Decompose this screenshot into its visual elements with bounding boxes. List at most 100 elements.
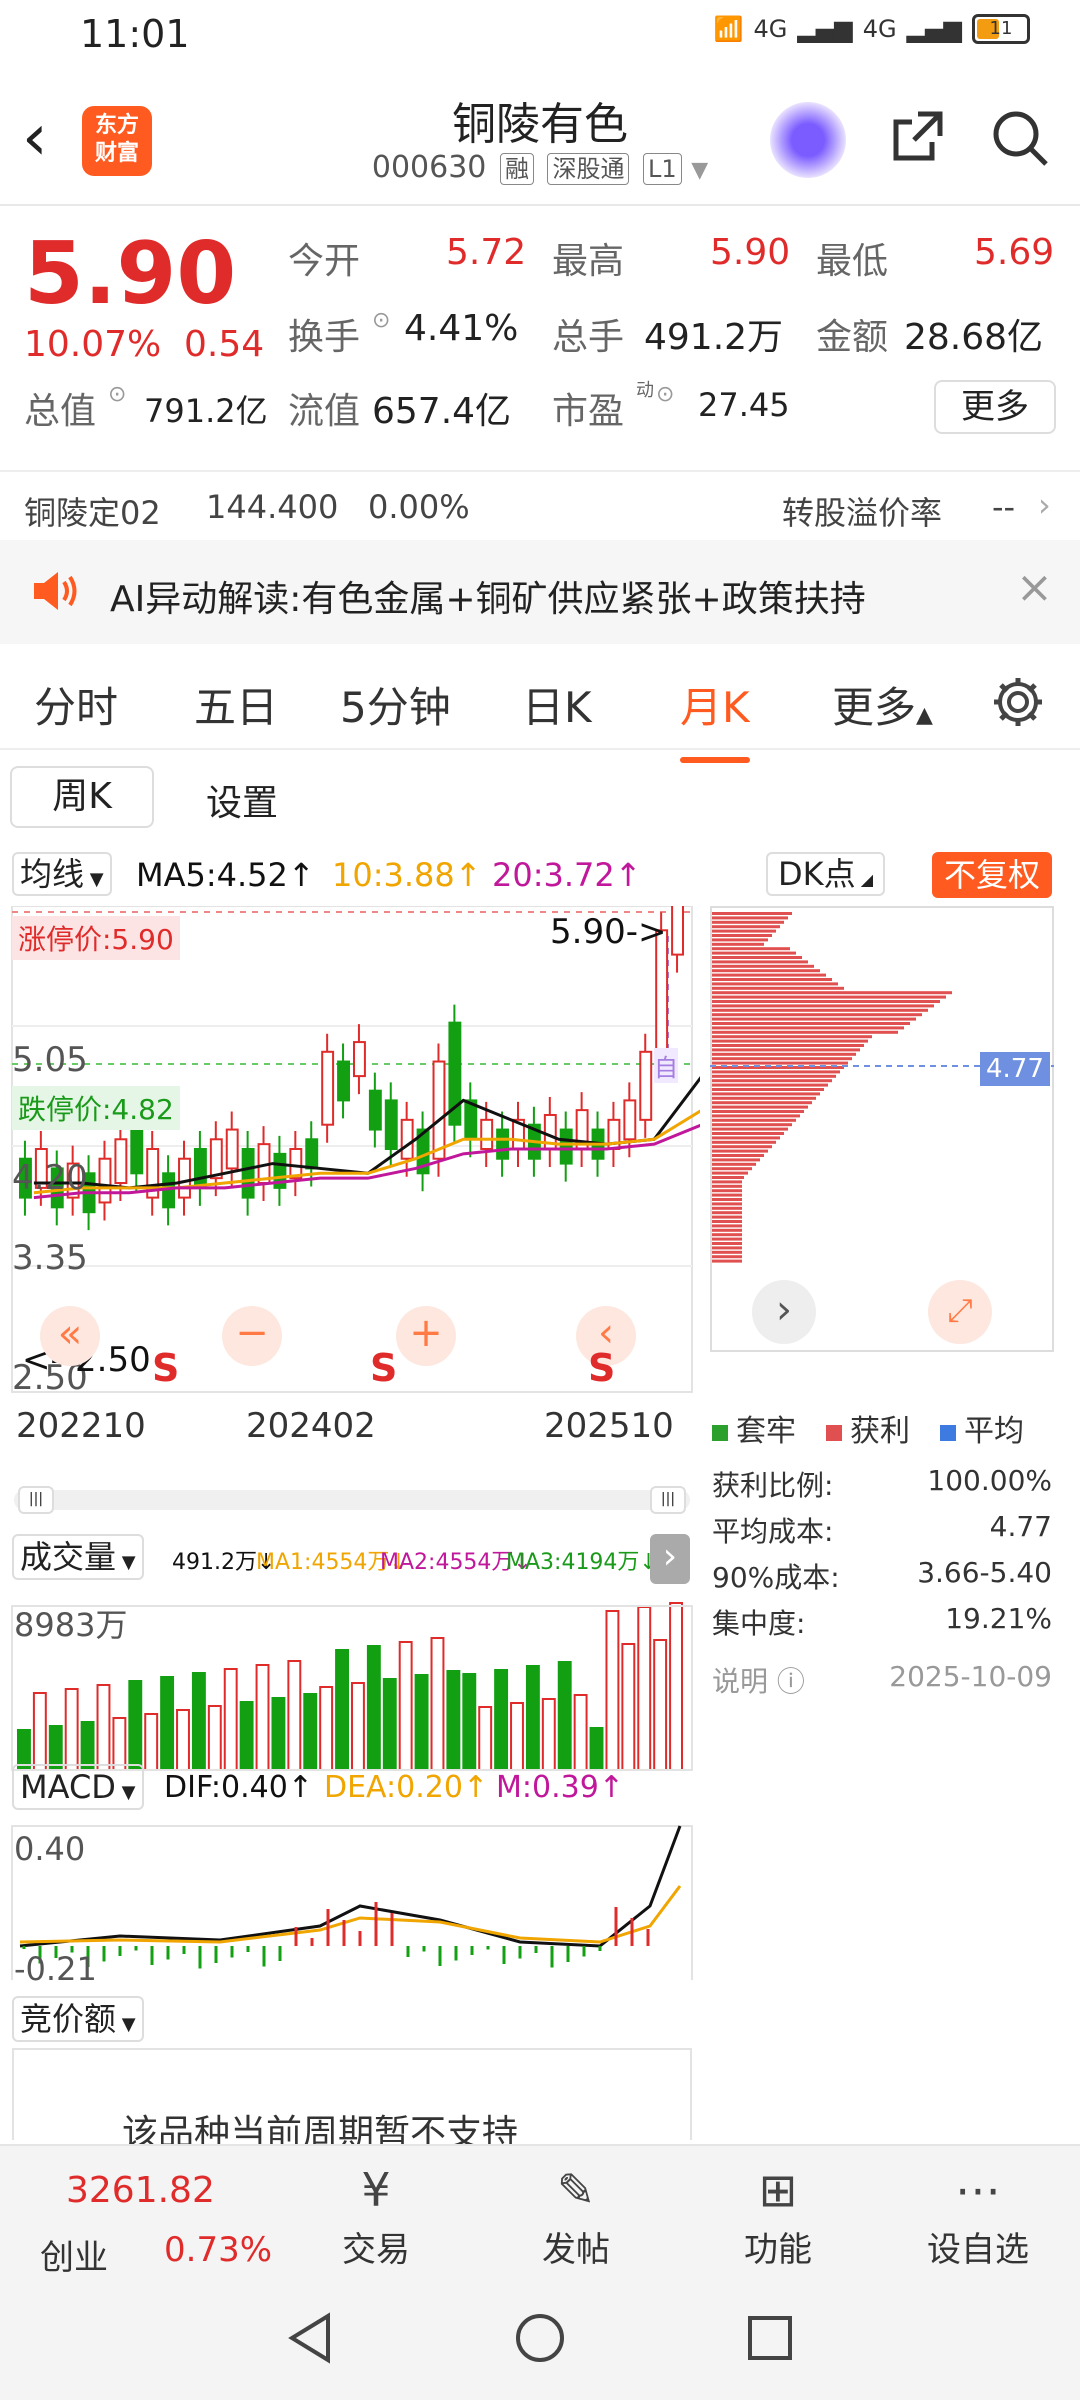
recents-square-icon[interactable]: [742, 2310, 798, 2366]
tag-level: L1: [643, 153, 682, 185]
chip-bar: [712, 1255, 742, 1259]
x-label-3: 202510: [544, 1406, 674, 1446]
ai-assistant-avatar[interactable]: [770, 102, 846, 178]
volume-bar: [96, 1684, 111, 1771]
tab-intraday[interactable]: 分时: [34, 674, 118, 735]
chart-scrollbar[interactable]: ||| |||: [14, 1486, 690, 1514]
legend-avg: 平均: [940, 1406, 1024, 1450]
candle-body: [178, 1157, 191, 1199]
dk-selector[interactable]: DK点 ◢: [766, 852, 886, 896]
avg-cost-tag: 4.77: [980, 1052, 1050, 1086]
volume-bar: [573, 1694, 588, 1771]
more-icon: ⋯: [955, 2163, 1001, 2217]
macd-dea: DEA:0.20↑: [324, 1770, 489, 1805]
nav-watchlist-label: 设自选: [927, 2230, 1029, 2270]
close-icon[interactable]: ×: [1016, 562, 1053, 613]
x-label-1: 202210: [16, 1406, 146, 1446]
expand-icon[interactable]: ⤢: [928, 1280, 992, 1344]
chip-bar: [712, 1198, 742, 1201]
volume-bar: [382, 1678, 397, 1771]
ma-selector[interactable]: 均线 ▼: [12, 852, 112, 896]
candle-body: [384, 1099, 398, 1150]
tab-monthly[interactable]: 月K: [680, 674, 750, 763]
limit-up-label: 涨停价:5.90: [12, 916, 180, 960]
info-icon[interactable]: ⊙: [656, 382, 674, 407]
chip-row-key: 平均成本:: [712, 1515, 834, 1548]
zoom-in-icon[interactable]: +: [396, 1306, 456, 1366]
chip-bar: [712, 1083, 828, 1087]
chip-bar: [712, 1233, 742, 1237]
chevron-right-icon[interactable]: ›: [752, 1280, 816, 1344]
settings-button[interactable]: 设置: [206, 774, 278, 826]
tab-5day[interactable]: 五日: [194, 674, 278, 735]
chip-note-row[interactable]: 说明 ⓘ 2025-10-09: [712, 1660, 1052, 1706]
battery-icon: 11: [972, 14, 1030, 44]
chip-bar: [712, 1180, 742, 1184]
more-button[interactable]: 更多: [934, 380, 1056, 434]
expand-panel-button[interactable]: ›: [650, 1534, 690, 1584]
chip-bar: [712, 1118, 796, 1122]
volume-bar: [669, 1602, 683, 1771]
caret-down-icon: ▼: [115, 1782, 136, 1803]
nav-functions[interactable]: ⊞ 功能: [718, 2158, 838, 2271]
auction-selector[interactable]: 竞价额 ▼: [12, 1996, 144, 2042]
nav-post[interactable]: ✎ 发帖: [516, 2158, 636, 2271]
tab-daily[interactable]: 日K: [522, 674, 592, 735]
change-amount: 0.54: [184, 324, 265, 365]
candle-body: [671, 906, 684, 956]
index-value[interactable]: 3261.82: [66, 2170, 215, 2211]
chip-bar: [712, 1004, 934, 1008]
status-bar: 11:01 📶 4G ▂▄▆ 4G ▂▄▆ 11: [0, 0, 1080, 76]
volume-bar: [462, 1673, 477, 1771]
pe-sup: 动: [636, 380, 654, 401]
y-label-5-05: 5.05: [12, 1040, 88, 1080]
rewind-icon[interactable]: «: [40, 1306, 100, 1366]
home-circle-icon[interactable]: [512, 2310, 568, 2366]
nav-watchlist[interactable]: ⋯ 设自选: [918, 2158, 1038, 2271]
candle-body: [337, 1060, 351, 1102]
back-triangle-icon[interactable]: [282, 2310, 338, 2366]
share-icon[interactable]: [888, 106, 948, 166]
info-icon[interactable]: ⊙: [372, 308, 390, 333]
volume-bar: [446, 1670, 461, 1771]
chip-bars: [712, 912, 952, 1263]
chip-bar: [712, 942, 764, 946]
chip-bar: [712, 1127, 788, 1131]
ai-text: AI异动解读:有色金属+铜矿供应紧张+政策扶持: [110, 579, 866, 620]
volume-bar: [160, 1676, 175, 1771]
gear-icon[interactable]: [990, 674, 1046, 730]
zoom-out-icon[interactable]: −: [222, 1306, 282, 1366]
weekly-k-button[interactable]: 周K: [10, 766, 154, 828]
adjust-button[interactable]: 不复权: [932, 852, 1053, 898]
caret-down-icon: ▼: [116, 2014, 136, 2035]
bond-row[interactable]: 铜陵定02 144.400 0.00% 转股溢价率 -- ›: [0, 470, 1080, 540]
chip-bar: [712, 1039, 868, 1043]
chip-bar: [712, 960, 808, 964]
scroll-handle-left[interactable]: |||: [18, 1486, 54, 1514]
tab-5min[interactable]: 5分钟: [340, 674, 451, 735]
volume-bar: [255, 1664, 270, 1771]
volume-selector[interactable]: 成交量 ▼: [12, 1534, 144, 1580]
chip-bar: [712, 912, 792, 915]
macd-selector[interactable]: MACD ▼: [12, 1764, 144, 1810]
volume-max-label: 8983万: [14, 1606, 128, 1644]
chip-distribution-chart[interactable]: [710, 906, 1054, 1352]
info-icon[interactable]: ⊙: [108, 382, 126, 407]
info-icon: ⓘ: [776, 1665, 805, 1698]
ai-insight-bar[interactable]: AI异动解读:有色金属+铜矿供应紧张+政策扶持 ×: [0, 540, 1080, 644]
scroll-handle-right[interactable]: |||: [650, 1486, 686, 1514]
volume-bar: [128, 1680, 143, 1771]
volume-bar: [494, 1669, 509, 1771]
chip-bar: [712, 1074, 836, 1078]
chip-row-value: 3.66-5.40: [917, 1556, 1052, 1589]
search-icon[interactable]: [988, 106, 1052, 170]
volume-bar: [64, 1688, 79, 1771]
candle-body: [368, 1089, 382, 1131]
volume-bar: [112, 1717, 127, 1771]
chip-bar: [712, 1140, 776, 1144]
tab-more[interactable]: 更多▲: [832, 674, 933, 735]
chip-bar: [712, 1136, 780, 1140]
nav-trade[interactable]: ¥ 交易: [316, 2158, 436, 2271]
low-label: 最低: [816, 241, 889, 282]
index-name[interactable]: 创业: [40, 2230, 108, 2279]
